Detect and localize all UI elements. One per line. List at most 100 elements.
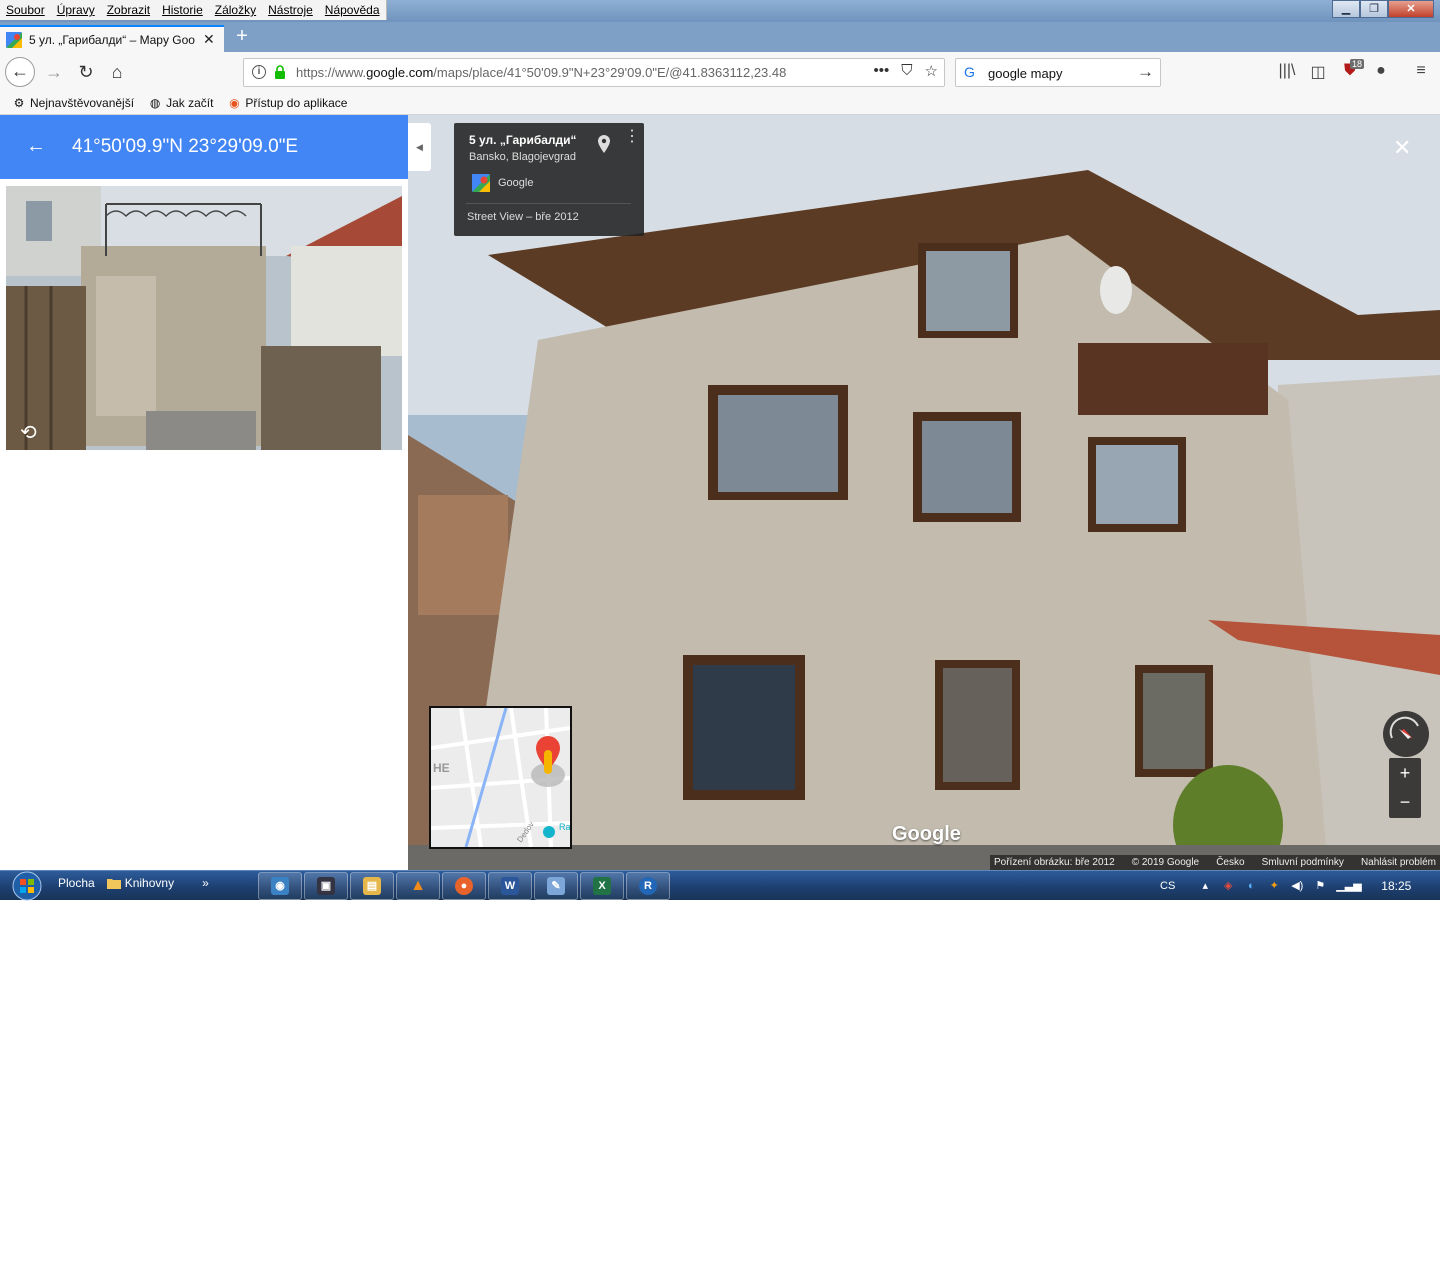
capture-date-link[interactable]: Pořízení obrázku: bře 2012 [994,855,1115,870]
minimap-poi-label: Ra H [559,822,570,832]
map-pin-icon[interactable] [598,135,610,153]
taskbar-remote[interactable]: ▣ [304,872,348,900]
tray-messenger-icon[interactable]: ◐ [1244,879,1258,893]
r-icon: R [639,877,657,895]
tab-strip: 5 ул. „Гарибалди“ – Mapy Goo ✕ + [0,22,1440,52]
taskbar-vlc[interactable]: ▲ [396,872,440,900]
capture-date[interactable]: Street View – bře 2012 [467,211,579,223]
rotate-360-icon: ⟲ [20,422,37,444]
more-options-icon[interactable]: ⋮ [624,129,640,145]
home-icon[interactable]: ⌂ [103,58,131,86]
panel-header: ← 41°50'09.9"N 23°29'09.0"E [0,115,408,179]
extension-icon[interactable]: ● [1370,62,1392,80]
libraries-label: Knihovny [124,876,175,890]
folder-icon [106,879,121,889]
window-close-button[interactable]: ✕ [1388,0,1434,18]
forward-arrow-icon[interactable]: → [40,58,68,86]
tab-google-maps[interactable]: 5 ул. „Гарибалди“ – Mapy Goo ✕ [0,25,224,52]
street-view-viewer[interactable]: ◀ 5 ул. „Гарибалди“ Bansko, Blagojevgrad… [408,115,1440,870]
tab-close-icon[interactable]: ✕ [203,31,215,48]
reload-icon[interactable]: ↻ [72,58,100,86]
gear-icon: ⚙ [13,96,25,110]
menu-bar: Soubor Úpravy Zobrazit Historie Záložky … [0,0,1440,22]
url-bar-actions: ••• ⛉ ☆ [874,62,938,80]
clock[interactable]: 18:25 [1381,879,1411,893]
explorer-icon: ◉ [271,877,289,895]
tray-app-icon[interactable]: ◈ [1221,879,1235,893]
compass-icon[interactable] [1383,711,1429,757]
google-maps-favicon-icon [6,31,22,48]
word-icon: W [501,877,519,895]
navigation-bar: ← → ↻ ⌂ i https://www.google.com/maps/pl… [0,52,1440,92]
street-view-thumbnail[interactable]: ⟲ [6,186,402,450]
bookmark-app-access[interactable]: ◉ Přístup do aplikace [227,96,347,110]
region-link[interactable]: Česko [1216,855,1244,870]
app-icon: ◉ [229,96,240,110]
menu-soubor[interactable]: Soubor [0,0,51,20]
minimize-button[interactable]: ▁ [1332,0,1360,18]
network-signal-icon[interactable]: ▁▃▅ [1336,879,1361,893]
url-text: https://www.google.com/maps/place/41°50'… [296,65,787,80]
menu-napoveda[interactable]: Nápověda [319,0,386,20]
taskbar-excel[interactable]: X [580,872,624,900]
paint-icon: ✎ [547,877,565,895]
action-center-flag-icon[interactable]: ⚑ [1313,879,1327,893]
bookmark-label: Přístup do aplikace [245,96,348,110]
taskbar-firefox[interactable]: ● [442,872,486,900]
bookmark-star-icon[interactable]: ☆ [925,62,938,80]
tray-expand-icon[interactable]: ▴ [1198,879,1212,893]
site-info-icon[interactable]: i [252,65,266,79]
volume-icon[interactable]: ◀) [1290,879,1304,893]
pocket-icon[interactable]: ⛉ [901,62,912,80]
page-actions-icon[interactable]: ••• [874,62,890,80]
bookmark-label: Nejnavštěvovanější [30,96,135,110]
back-arrow-icon[interactable]: ← [5,57,35,87]
collapse-panel-button[interactable]: ◀ [408,123,431,171]
search-input[interactable]: google mapy [988,66,1062,81]
taskbar-paint[interactable]: ✎ [534,872,578,900]
menu-upravy[interactable]: Úpravy [51,0,101,20]
hamburger-menu-icon[interactable]: ≡ [1410,62,1432,80]
library-icon[interactable]: |||\ [1276,62,1298,80]
toolbar-more-chevron-icon[interactable]: » [202,876,209,890]
mini-map[interactable]: HE Ra H Dedov [429,706,572,849]
windows-start-icon[interactable] [8,871,46,901]
search-engine-icon: G [964,64,975,80]
bookmark-getting-started[interactable]: ◍ Jak začít [148,96,214,110]
terms-link[interactable]: Smluvní podmínky [1262,855,1344,870]
search-go-arrow-icon[interactable]: → [1137,62,1154,82]
thumbnail-photo [6,186,402,450]
url-bar[interactable]: i https://www.google.com/maps/place/41°5… [243,58,945,87]
vlc-icon: ▲ [410,877,426,894]
language-indicator[interactable]: CS [1160,880,1175,892]
sidebar-icon[interactable]: ◫ [1307,62,1329,82]
bookmarks-toolbar: ⚙ Nejnavštěvovanější ◍ Jak začít ◉ Příst… [0,92,1440,115]
source-label[interactable]: Google [498,177,533,189]
menu-zalozky[interactable]: Záložky [209,0,262,20]
menu-historie[interactable]: Historie [156,0,209,20]
tray-avast-icon[interactable]: ✦ [1267,879,1281,893]
zoom-out-button[interactable]: − [1389,789,1421,815]
menu-nastroje[interactable]: Nástroje [262,0,319,20]
taskbar-word[interactable]: W [488,872,532,900]
menu-zobrazit[interactable]: Zobrazit [101,0,156,20]
new-tab-plus-icon[interactable]: + [230,25,254,49]
close-icon[interactable]: ✕ [1393,135,1411,161]
back-arrow-icon[interactable]: ← [26,135,46,158]
taskbar-files[interactable]: ▤ [350,872,394,900]
attribution-bar: Pořízení obrázku: bře 2012 © 2019 Google… [990,855,1440,870]
restore-button[interactable]: ❐ [1360,0,1388,18]
search-bar[interactable]: G google mapy → [955,58,1161,87]
zoom-in-button[interactable]: + [1389,760,1421,786]
taskbar-r[interactable]: R [626,872,670,900]
desktop-toolbar[interactable]: Plocha [58,876,95,890]
lock-icon [275,65,285,79]
taskbar-explorer[interactable]: ◉ [258,872,302,900]
bookmark-most-visited[interactable]: ⚙ Nejnavštěvovanější [12,96,134,110]
compass-needle-icon [1389,716,1419,739]
report-problem-link[interactable]: Nahlásit problém [1361,855,1436,870]
taskbar-apps: ◉ ▣ ▤ ▲ ● W ✎ X R [258,872,670,900]
firefox-icon: ● [455,877,473,895]
libraries-toolbar[interactable]: Knihovny [106,876,175,890]
system-tray: CS ▴ ◈ ◐ ✦ ◀) ⚑ ▁▃▅ 18:25 [1160,871,1411,901]
